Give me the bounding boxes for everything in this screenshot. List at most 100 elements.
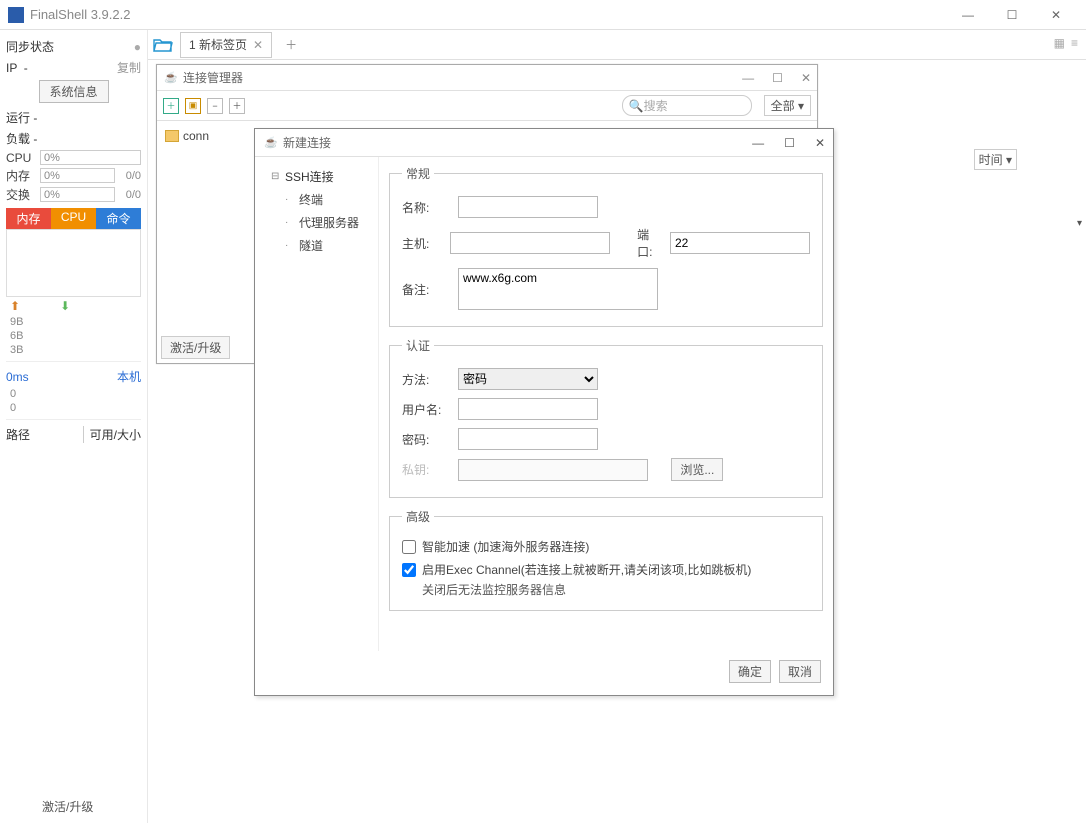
close-button[interactable]: ✕ — [1034, 0, 1078, 30]
label-method: 方法: — [402, 371, 448, 388]
nc-minimize-button[interactable]: — — [752, 136, 764, 150]
tab-mem[interactable]: 内存 — [6, 208, 51, 229]
tab-cmd[interactable]: 命令 — [96, 208, 141, 229]
label-key: 私钥: — [402, 461, 448, 478]
app-title: FinalShell 3.9.2.2 — [30, 7, 946, 22]
mem-suffix: 0/0 — [119, 170, 141, 182]
maximize-button[interactable]: ☐ — [990, 0, 1034, 30]
nc-tree-label: 隧道 — [299, 237, 323, 254]
fieldset-advanced: 高级 智能加速 (加速海外服务器连接) 启用Exec Channel(若连接上就… — [389, 508, 823, 611]
cm-expand-icon[interactable]: ＋ — [229, 98, 245, 114]
activate-button-bottom[interactable]: 激活/升级 — [42, 798, 93, 815]
cm-folder-icon[interactable]: ▣ — [185, 98, 201, 114]
tabbar: 1 新标签页 ✕ ＋ ▦ ≡ — [148, 30, 1086, 60]
cpu-gauge: 0% — [40, 150, 141, 165]
legend-adv: 高级 — [402, 508, 434, 525]
swap-gauge: 0% — [40, 187, 115, 202]
chk-exec-label: 启用Exec Channel(若连接上就被断开,请关闭该项,比如跳板机) — [422, 561, 751, 578]
nc-tree-label: 终端 — [299, 191, 323, 208]
key-input — [458, 459, 648, 481]
cm-tree-label: conn — [183, 129, 209, 143]
swap-suffix: 0/0 — [119, 189, 141, 201]
nc-title: 新建连接 — [283, 134, 752, 151]
cm-new-icon[interactable]: ＋ — [163, 98, 179, 114]
run-label: 运行 - — [6, 109, 37, 126]
browse-button[interactable]: 浏览... — [671, 458, 723, 481]
minimize-button[interactable]: — — [946, 0, 990, 30]
copy-button[interactable]: 复制 — [117, 59, 141, 76]
new-connection-dialog: ☕ 新建连接 — ☐ ✕ ⊟SSH连接 ·终端 ·代理服务器 ·隧道 常规 名称… — [254, 128, 834, 696]
load-label: 负载 - — [6, 130, 37, 147]
ok-button[interactable]: 确定 — [729, 660, 771, 683]
chart-area — [6, 229, 141, 297]
tab-close-icon[interactable]: ✕ — [253, 38, 263, 52]
tab-newpage[interactable]: 1 新标签页 ✕ — [180, 32, 272, 58]
nc-tree-tunnel[interactable]: ·隧道 — [261, 234, 372, 257]
note-input[interactable]: www.x6g.com — [458, 268, 658, 310]
z2: 0 — [6, 401, 141, 415]
cm-close-button[interactable]: ✕ — [801, 71, 811, 85]
pass-input[interactable] — [458, 428, 598, 450]
app-icon — [8, 7, 24, 23]
cm-all-dropdown[interactable]: 全部 ▾ — [764, 95, 811, 116]
cm-collapse-icon[interactable]: − — [207, 98, 223, 114]
host-label: 本机 — [117, 368, 141, 385]
exec-note: 关闭后无法监控服务器信息 — [402, 581, 810, 598]
z1: 0 — [6, 387, 141, 401]
tab-label: 1 新标签页 — [189, 36, 247, 53]
tree-collapse-icon[interactable]: ⊟ — [271, 171, 281, 182]
sync-dot-icon: ● — [134, 40, 141, 54]
cpu-label: CPU — [6, 151, 36, 165]
cm-maximize-button[interactable]: ☐ — [772, 71, 783, 85]
method-select[interactable]: 密码 — [458, 368, 598, 390]
label-note: 备注: — [402, 281, 448, 298]
list-view-icon[interactable]: ≡ — [1071, 36, 1078, 50]
mem-label: 内存 — [6, 167, 36, 184]
cm-search-input[interactable]: 🔍 搜索 — [622, 95, 752, 116]
host-input[interactable] — [450, 232, 610, 254]
nc-tree-proxy[interactable]: ·代理服务器 — [261, 211, 372, 234]
y2: 6B — [6, 329, 141, 343]
nc-tree-ssh[interactable]: ⊟SSH连接 — [261, 165, 372, 188]
nc-tree-label: 代理服务器 — [299, 214, 359, 231]
label-port: 端口: — [637, 226, 660, 260]
cm-search-placeholder: 搜索 — [644, 97, 668, 114]
cm-minimize-button[interactable]: — — [742, 71, 754, 85]
nc-tree-terminal[interactable]: ·终端 — [261, 188, 372, 211]
fieldset-auth: 认证 方法:密码 用户名: 密码: 私钥: 浏览... — [389, 337, 823, 498]
sync-status-label: 同步状态 — [6, 38, 54, 55]
sysinfo-button[interactable]: 系统信息 — [39, 80, 109, 103]
cancel-button[interactable]: 取消 — [779, 660, 821, 683]
label-name: 名称: — [402, 199, 448, 216]
folder-open-icon[interactable] — [148, 37, 178, 53]
cm-title: 连接管理器 — [183, 69, 742, 86]
titlebar: FinalShell 3.9.2.2 — ☐ ✕ — [0, 0, 1086, 30]
label-host: 主机: — [402, 235, 440, 252]
cm-activate-button[interactable]: 激活/升级 — [161, 336, 230, 359]
user-input[interactable] — [458, 398, 598, 420]
tab-add-button[interactable]: ＋ — [278, 36, 304, 53]
y3: 3B — [6, 343, 141, 357]
chk-accel-label: 智能加速 (加速海外服务器连接) — [422, 538, 589, 555]
nc-maximize-button[interactable]: ☐ — [784, 136, 795, 150]
name-input[interactable] — [458, 196, 598, 218]
arrow-up-icon: ⬆ — [10, 299, 20, 313]
y1: 9B — [6, 315, 141, 329]
path-label: 路径 — [6, 426, 30, 443]
ms-label: 0ms — [6, 370, 29, 384]
port-input[interactable] — [670, 232, 810, 254]
nc-close-button[interactable]: ✕ — [815, 136, 825, 150]
legend-auth: 认证 — [402, 337, 434, 354]
java-icon: ☕ — [263, 135, 279, 151]
label-user: 用户名: — [402, 401, 448, 418]
java-icon: ☕ — [163, 70, 179, 86]
chk-accel[interactable] — [402, 540, 416, 554]
fieldset-general: 常规 名称: 主机: 端口: 备注:www.x6g.com — [389, 165, 823, 327]
swap-label: 交换 — [6, 186, 36, 203]
chk-exec[interactable] — [402, 563, 416, 577]
folder-icon — [165, 130, 179, 142]
grid-view-icon[interactable]: ▦ — [1054, 36, 1065, 50]
arrow-down-icon: ⬇ — [60, 299, 70, 313]
cm-time-dropdown[interactable]: 时间 ▾ — [974, 149, 1017, 170]
tab-cpu[interactable]: CPU — [51, 208, 96, 229]
